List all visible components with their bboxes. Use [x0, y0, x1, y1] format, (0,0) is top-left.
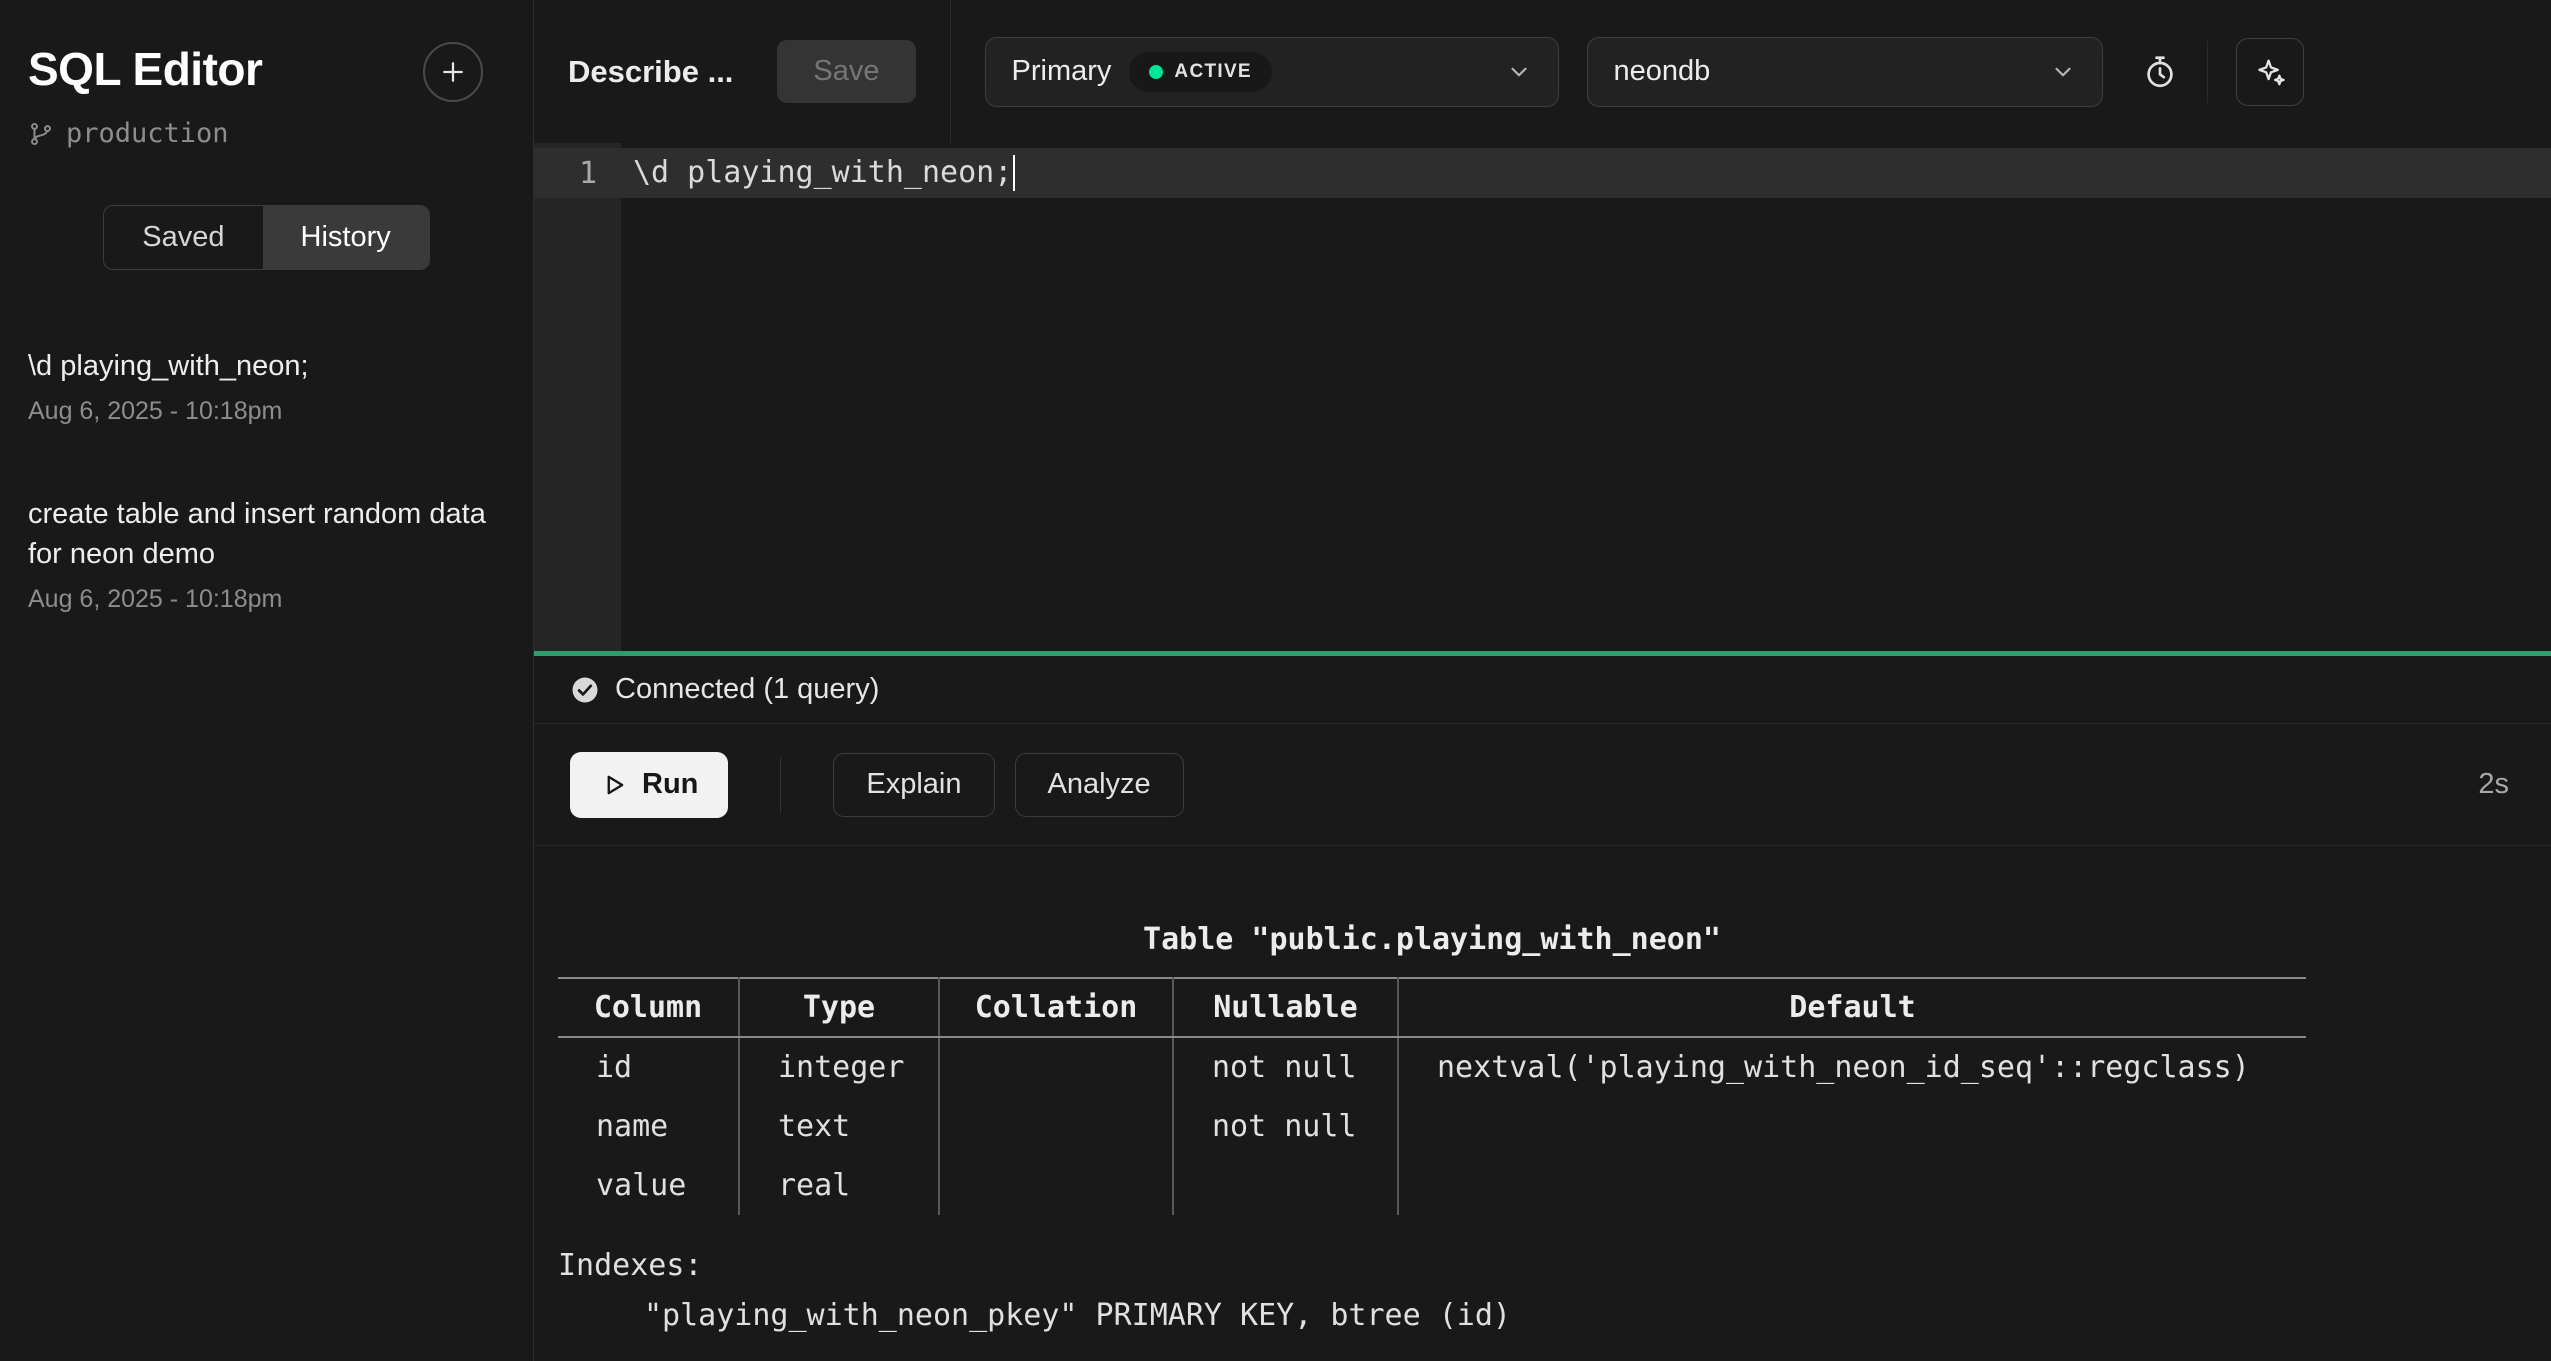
query-duration: 2s: [2478, 768, 2509, 801]
sidebar-header: SQL Editor: [0, 42, 533, 102]
column-header: Default: [1398, 978, 2306, 1037]
table-cell: not null: [1173, 1037, 1398, 1097]
stopwatch-icon: [2141, 53, 2179, 91]
history-timestamp: Aug 6, 2025 - 10:18pm: [28, 585, 505, 614]
table-cell: text: [739, 1097, 939, 1156]
code-line[interactable]: 1 \d playing_with_neon;: [534, 148, 2551, 198]
topbar-divider: [2207, 41, 2208, 103]
query-title-input[interactable]: Describe ...: [568, 54, 733, 90]
history-query: \d playing_with_neon;: [28, 346, 505, 387]
page-title: SQL Editor: [28, 42, 262, 96]
column-header: Type: [739, 978, 939, 1037]
branch-selector[interactable]: Primary ACTIVE: [985, 37, 1559, 107]
toolbar-divider: [780, 757, 781, 813]
line-number-gutter: [534, 143, 621, 651]
sql-code-editor[interactable]: 1 \d playing_with_neon;: [534, 143, 2551, 651]
column-header: Collation: [939, 978, 1173, 1037]
check-circle-icon: [570, 675, 600, 705]
active-dot-icon: [1149, 65, 1163, 79]
database-selector[interactable]: neondb: [1587, 37, 2103, 107]
connection-status-text: Connected (1 query): [615, 673, 879, 706]
result-table-title: Table "public.playing_with_neon": [558, 922, 2306, 957]
table-cell: [1398, 1156, 2306, 1215]
editor-topbar: Describe ... Save Primary ACTIVE neondb: [534, 0, 2551, 143]
branch-name: production: [66, 118, 229, 149]
table-cell: [939, 1097, 1173, 1156]
indexes-section: Indexes: "playing_with_neon_pkey" PRIMAR…: [558, 1241, 2551, 1341]
result-header-row: Column Type Collation Nullable Default: [558, 978, 2306, 1037]
table-cell: [939, 1037, 1173, 1097]
history-timestamp: Aug 6, 2025 - 10:18pm: [28, 397, 505, 426]
table-cell: value: [558, 1156, 739, 1215]
query-toolbar: Run Explain Analyze 2s: [534, 724, 2551, 846]
table-row: value real: [558, 1156, 2306, 1215]
indexes-label: Indexes:: [558, 1241, 2551, 1291]
history-item[interactable]: create table and insert random data for …: [28, 494, 505, 614]
text-cursor: [1013, 155, 1015, 191]
branch-selector-value: Primary: [1012, 55, 1112, 88]
index-entry: "playing_with_neon_pkey" PRIMARY KEY, bt…: [558, 1291, 2551, 1341]
code-text: \d playing_with_neon;: [621, 155, 1015, 192]
table-cell: id: [558, 1037, 739, 1097]
plus-icon: [438, 57, 468, 87]
table-cell: real: [739, 1156, 939, 1215]
history-item[interactable]: \d playing_with_neon; Aug 6, 2025 - 10:1…: [28, 346, 505, 426]
column-header: Nullable: [1173, 978, 1398, 1037]
line-number: 1: [534, 156, 621, 191]
tab-saved[interactable]: Saved: [104, 206, 262, 269]
table-cell: [1398, 1097, 2306, 1156]
chevron-down-icon: [2050, 59, 2076, 85]
history-list: \d playing_with_neon; Aug 6, 2025 - 10:1…: [0, 346, 533, 614]
run-button-label: Run: [642, 768, 698, 801]
table-cell: not null: [1173, 1097, 1398, 1156]
topbar-divider: [950, 0, 951, 143]
branch-indicator: production: [28, 118, 533, 149]
explain-button[interactable]: Explain: [833, 753, 994, 817]
table-row: id integer not null nextval('playing_wit…: [558, 1037, 2306, 1097]
git-branch-icon: [28, 121, 54, 147]
query-history-button[interactable]: [2141, 53, 2179, 91]
branch-status-badge: ACTIVE: [1129, 52, 1271, 92]
sidebar: SQL Editor production Saved History \d p: [0, 0, 534, 1361]
sidebar-tabs: Saved History: [103, 205, 429, 270]
column-header: Column: [558, 978, 739, 1037]
run-button[interactable]: Run: [570, 752, 728, 818]
analyze-button[interactable]: Analyze: [1015, 753, 1184, 817]
table-cell: [939, 1156, 1173, 1215]
main-panel: Describe ... Save Primary ACTIVE neondb: [534, 0, 2551, 1361]
sparkles-icon: [2253, 55, 2287, 89]
query-results: Table "public.playing_with_neon" Column …: [534, 846, 2551, 1361]
branch-status-label: ACTIVE: [1174, 61, 1251, 83]
table-cell: [1173, 1156, 1398, 1215]
connection-statusbar: Connected (1 query): [534, 656, 2551, 724]
history-query: create table and insert random data for …: [28, 494, 505, 575]
table-cell: nextval('playing_with_neon_id_seq'::regc…: [1398, 1037, 2306, 1097]
table-row: name text not null: [558, 1097, 2306, 1156]
sql-editor-app: SQL Editor production Saved History \d p: [0, 0, 2551, 1361]
tab-history[interactable]: History: [263, 206, 429, 269]
table-cell: integer: [739, 1037, 939, 1097]
chevron-down-icon: [1506, 59, 1532, 85]
new-query-button[interactable]: [423, 42, 483, 102]
table-cell: name: [558, 1097, 739, 1156]
save-button[interactable]: Save: [777, 40, 915, 103]
database-selector-value: neondb: [1614, 55, 1711, 88]
play-icon: [600, 771, 628, 799]
ai-assistant-button[interactable]: [2236, 38, 2304, 106]
result-table: Column Type Collation Nullable Default i…: [558, 977, 2306, 1215]
